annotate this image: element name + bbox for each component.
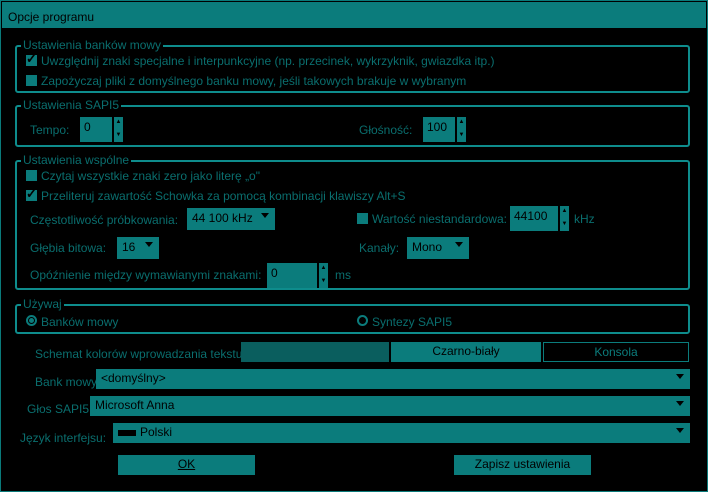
- flag-icon: [118, 429, 136, 436]
- chevron-down-icon: [676, 374, 684, 379]
- channels-select[interactable]: Mono: [407, 237, 469, 259]
- window-title: Opcje programu: [8, 10, 95, 24]
- common-legend: Ustawienia wspólne: [21, 153, 132, 167]
- sapi5-radio-label: Syntezy SAPI5: [372, 315, 453, 329]
- chevron-down-icon: [676, 428, 684, 433]
- voice-label: Głos SAPI5:: [27, 402, 93, 416]
- sapi5-radio[interactable]: [357, 315, 368, 326]
- bank-select[interactable]: <domyślny>: [96, 369, 690, 389]
- tempo-spinner[interactable]: ▲ ▼: [113, 117, 123, 142]
- spell-clipboard-checkbox[interactable]: [26, 186, 37, 202]
- color-scheme-option-2[interactable]: Czarno-biały: [391, 342, 541, 362]
- bitdepth-value: 16: [122, 240, 136, 254]
- channels-value: Mono: [412, 240, 443, 254]
- sampling-label: Częstotliwość próbkowania:: [30, 213, 179, 227]
- down-arrow-icon[interactable]: ▼: [560, 219, 569, 232]
- common-group: Ustawienia wspólne Czytaj wszystkie znak…: [15, 153, 690, 290]
- tempo-label: Tempo:: [30, 123, 70, 137]
- color-scheme-option-1[interactable]: [241, 342, 389, 362]
- tempo-input[interactable]: 0: [80, 117, 112, 142]
- nonstandard-unit: kHz: [574, 212, 595, 226]
- up-arrow-icon[interactable]: ▲: [114, 117, 123, 130]
- speech-banks-legend: Ustawienia banków mowy: [21, 38, 164, 52]
- use-group: Używaj Banków mowy Syntezy SAPI5: [15, 297, 690, 334]
- down-arrow-icon[interactable]: ▼: [457, 130, 466, 143]
- chevron-down-icon: [261, 213, 269, 218]
- zero-as-o-label: Czytaj wszystkie znaki zero jako literę …: [41, 169, 260, 183]
- options-window: Opcje programu Ustawienia banków mowy Uw…: [0, 0, 708, 492]
- use-legend: Używaj: [21, 297, 64, 311]
- chevron-down-icon: [145, 242, 153, 247]
- down-arrow-icon[interactable]: ▼: [114, 130, 123, 143]
- nonstandard-checkbox[interactable]: [357, 213, 368, 224]
- delay-input[interactable]: 0: [267, 263, 317, 288]
- sapi5-legend: Ustawienia SAPI5: [21, 98, 122, 112]
- nonstandard-input[interactable]: 44100: [510, 206, 558, 231]
- sampling-select[interactable]: 44 100 kHz: [187, 208, 275, 230]
- bank-value: <domyślny>: [101, 371, 166, 385]
- sapi5-group: Ustawienia SAPI5 Tempo: 0 ▲ ▼ Głośność: 1…: [15, 98, 690, 147]
- down-arrow-icon[interactable]: ▼: [319, 276, 328, 289]
- up-arrow-icon[interactable]: ▲: [319, 263, 328, 276]
- spell-clipboard-label: Przeliteruj zawartość Schowka za pomocą …: [41, 189, 406, 203]
- borrow-files-checkbox[interactable]: [26, 75, 37, 86]
- bitdepth-select[interactable]: 16: [117, 237, 159, 259]
- language-select[interactable]: Polski: [113, 423, 690, 443]
- speech-banks-group: Ustawienia banków mowy Uwzględnij znaki …: [15, 38, 690, 93]
- special-chars-label: Uwzględnij znaki specjalne i interpunkcy…: [41, 54, 495, 68]
- nonstandard-spinner[interactable]: ▲ ▼: [559, 206, 569, 231]
- delay-unit: ms: [335, 268, 351, 282]
- bank-label: Bank mowy:: [35, 375, 101, 389]
- language-label: Język interfejsu:: [20, 431, 107, 445]
- speech-banks-radio-label: Banków mowy: [41, 315, 119, 329]
- language-value: Polski: [140, 425, 173, 439]
- delay-label: Opóźnienie między wymawianymi znakami:: [30, 268, 262, 282]
- chevron-down-icon: [455, 242, 463, 247]
- special-chars-checkbox[interactable]: [26, 51, 37, 67]
- speech-banks-radio[interactable]: [26, 315, 37, 326]
- bitdepth-label: Głębia bitowa:: [30, 241, 107, 255]
- channels-label: Kanały:: [359, 241, 400, 255]
- sampling-value: 44 100 kHz: [192, 211, 253, 225]
- delay-spinner[interactable]: ▲ ▼: [318, 263, 328, 288]
- volume-input[interactable]: 100: [423, 117, 455, 142]
- voice-value: Microsoft Anna: [95, 398, 175, 412]
- voice-select[interactable]: Microsoft Anna: [90, 396, 690, 416]
- chevron-down-icon: [676, 401, 684, 406]
- volume-label: Głośność:: [359, 123, 413, 137]
- up-arrow-icon[interactable]: ▲: [457, 117, 466, 130]
- nonstandard-label: Wartość niestandardowa:: [372, 212, 507, 226]
- save-settings-button[interactable]: Zapisz ustawienia: [454, 455, 591, 475]
- title-bar[interactable]: Opcje programu: [2, 2, 706, 28]
- borrow-files-label: Zapożyczaj pliki z domyślnego banku mowy…: [41, 74, 467, 88]
- color-scheme-label: Schemat kolorów wprowadzania tekstu:: [35, 347, 246, 361]
- zero-as-o-checkbox[interactable]: [26, 170, 37, 181]
- ok-button[interactable]: OK: [118, 455, 255, 475]
- color-scheme-option-3[interactable]: Konsola: [543, 342, 689, 362]
- volume-spinner[interactable]: ▲ ▼: [456, 117, 466, 142]
- up-arrow-icon[interactable]: ▲: [560, 206, 569, 219]
